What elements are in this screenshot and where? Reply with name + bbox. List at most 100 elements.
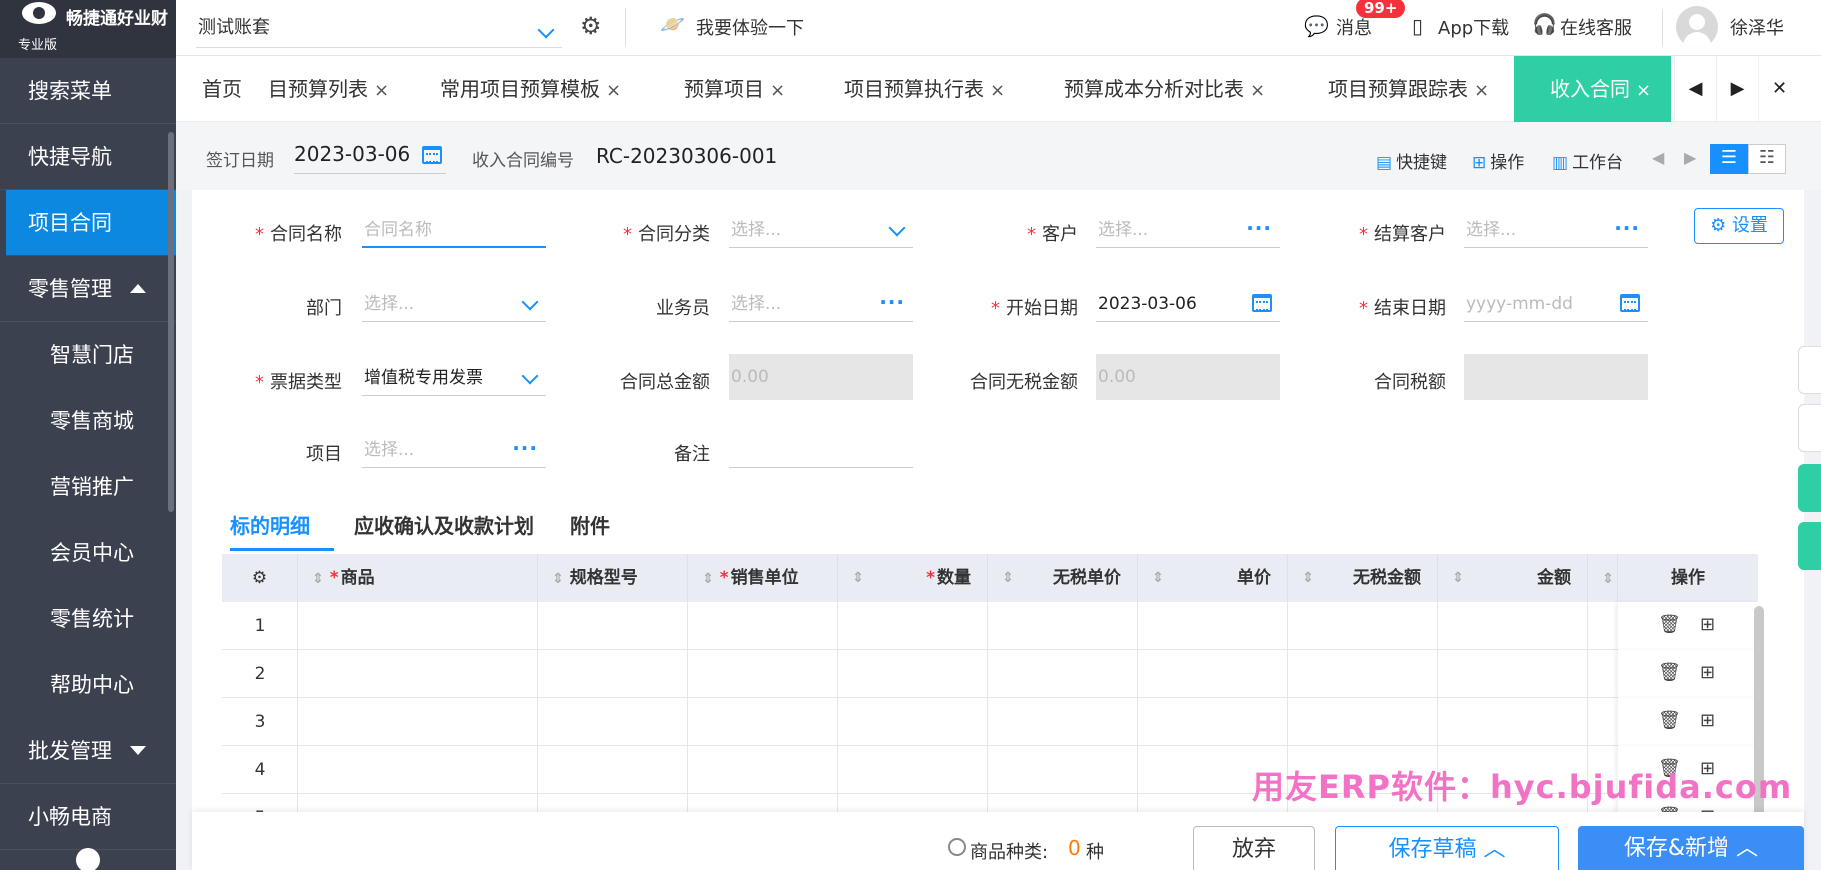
next-record-icon[interactable]: ▶ <box>1684 148 1696 167</box>
invoice-type-select[interactable]: 增值税专用发票 <box>362 360 546 396</box>
column-header-untaxed-amount[interactable]: ⇕ 无税金额 <box>1288 554 1438 602</box>
add-row-icon[interactable]: ⊞ <box>1700 662 1715 683</box>
online-support-link[interactable]: 在线客服 <box>1560 14 1632 40</box>
sidebar-item-ecommerce[interactable]: 小畅电商 <box>0 784 176 850</box>
sidebar-item-wholesale[interactable]: 批发管理 <box>0 718 176 784</box>
close-icon[interactable]: × <box>374 80 389 101</box>
sidebar-item-marketing[interactable]: 营销推广 <box>0 454 176 520</box>
tab-budget-list[interactable]: 目预算列表 × <box>268 56 389 122</box>
more-icon[interactable]: ··· <box>512 430 538 466</box>
sidebar-item-retail-mall[interactable]: 零售商城 <box>0 388 176 454</box>
more-icon[interactable]: ··· <box>879 284 905 320</box>
previous-record-icon[interactable]: ◀ <box>1652 148 1664 167</box>
column-header-amount[interactable]: ⇕ 金额 <box>1438 554 1588 602</box>
sidebar-item-help-center[interactable]: 帮助中心 <box>0 652 176 718</box>
detail-view-icon[interactable]: ☷ <box>1748 144 1786 174</box>
table-row[interactable]: 2 🗑 ⊞ <box>222 650 1758 698</box>
sign-date-field[interactable]: 2023-03-06 <box>294 142 446 174</box>
column-header-spec[interactable]: ⇕ 规格型号 <box>538 554 688 602</box>
column-header-hidden[interactable]: ⇕ <box>1588 554 1618 602</box>
contract-type-select[interactable]: 选择... <box>729 212 913 248</box>
logo[interactable]: 畅捷通好业财 专业版 <box>0 0 176 58</box>
sidebar-item-project-contract[interactable]: 项目合同 <box>6 190 176 256</box>
end-date-field[interactable]: yyyy-mm-dd <box>1464 286 1648 322</box>
gear-icon[interactable]: ⚙ <box>580 12 602 40</box>
sidebar-item-retail-management[interactable]: 零售管理 <box>0 256 176 322</box>
delete-icon[interactable]: 🗑 <box>1658 662 1681 683</box>
department-select[interactable]: 选择... <box>362 286 546 322</box>
planet-icon[interactable]: 🪐 <box>660 12 685 36</box>
column-header-product[interactable]: ⇕ * 商品 <box>298 554 538 602</box>
list-view-icon[interactable]: ☰ <box>1710 144 1748 174</box>
save-draft-button[interactable]: 保存草稿 ︿ <box>1335 826 1559 870</box>
tab-receivable-plan[interactable]: 应收确认及收款计划 <box>354 510 534 539</box>
close-icon[interactable]: × <box>606 80 621 101</box>
column-header-price[interactable]: ⇕ 单价 <box>1138 554 1288 602</box>
delete-icon[interactable]: 🗑 <box>1658 710 1681 731</box>
table-row[interactable]: 1 🗑 ⊞ <box>222 602 1758 650</box>
tab-attachments[interactable]: 附件 <box>570 510 610 539</box>
app-download-link[interactable]: App下载 <box>1438 14 1509 40</box>
sidebar-item-smart-store[interactable]: 智慧门店 <box>0 322 176 388</box>
table-row[interactable]: 3 🗑 ⊞ <box>222 698 1758 746</box>
settle-customer-input[interactable]: 选择... ··· <box>1464 212 1648 248</box>
side-float-chart-icon[interactable] <box>1798 464 1821 512</box>
tab-budget-tracking[interactable]: 项目预算跟踪表 × <box>1328 56 1489 122</box>
sidebar-scrollbar[interactable] <box>168 132 174 512</box>
avatar[interactable] <box>1676 6 1718 48</box>
remark-input[interactable] <box>729 432 913 468</box>
calendar-icon[interactable] <box>1252 294 1272 312</box>
gear-icon[interactable] <box>76 848 100 870</box>
column-settings-icon[interactable]: ⚙ <box>222 554 298 602</box>
tab-subject-details[interactable]: 标的明细 <box>230 510 310 539</box>
column-header-sales-unit[interactable]: ⇕ * 销售单位 <box>688 554 838 602</box>
column-header-quantity[interactable]: ⇕ * 数量 <box>838 554 988 602</box>
close-icon[interactable]: × <box>1250 80 1265 101</box>
start-date-field[interactable]: 2023-03-06 <box>1096 286 1280 322</box>
delete-icon[interactable]: 🗑 <box>1658 614 1681 635</box>
close-all-tabs-icon[interactable]: ✕ <box>1758 56 1800 122</box>
tab-budget-template[interactable]: 常用项目预算模板 × <box>440 56 621 122</box>
add-row-icon[interactable]: ⊞ <box>1700 710 1715 731</box>
account-select[interactable]: 测试账套 <box>196 8 562 48</box>
side-float-report-icon[interactable] <box>1798 522 1821 570</box>
calendar-icon[interactable] <box>1620 294 1640 312</box>
side-float-help-icon[interactable] <box>1798 404 1821 452</box>
tab-scroll-left-icon[interactable]: ◀ <box>1674 56 1716 122</box>
message-icon[interactable]: 💬 <box>1304 14 1329 38</box>
sidebar-item-retail-stats[interactable]: 零售统计 <box>0 586 176 652</box>
sidebar-item-member-center[interactable]: 会员中心 <box>0 520 176 586</box>
close-icon[interactable]: × <box>1474 80 1489 101</box>
tab-budget-execution[interactable]: 项目预算执行表 × <box>844 56 1005 122</box>
add-row-icon[interactable]: ⊞ <box>1700 614 1715 635</box>
try-experience-link[interactable]: 我要体验一下 <box>696 14 804 40</box>
close-icon[interactable]: × <box>1636 80 1651 101</box>
calendar-icon[interactable] <box>422 146 442 164</box>
settings-button[interactable]: ⚙ 设置 <box>1694 208 1784 244</box>
more-icon[interactable]: ··· <box>1614 210 1640 246</box>
salesperson-input[interactable]: 选择... ··· <box>729 286 913 322</box>
save-and-new-button[interactable]: 保存&新增 ︿ <box>1578 826 1804 870</box>
sidebar-item-search-menu[interactable]: 搜索菜单 <box>0 58 176 124</box>
phone-icon[interactable]: ▯ <box>1412 14 1423 38</box>
sidebar-item-quick-nav[interactable]: 快捷导航 <box>0 124 176 190</box>
close-icon[interactable]: × <box>990 80 1005 101</box>
workbench-button[interactable]: ▥ 工作台 <box>1552 148 1623 173</box>
tab-budget-project[interactable]: 预算项目 × <box>684 56 785 122</box>
operations-button[interactable]: ⊞ 操作 <box>1472 148 1524 173</box>
close-icon[interactable]: × <box>770 80 785 101</box>
contract-name-input[interactable]: 合同名称 <box>362 212 546 248</box>
column-header-untaxed-price[interactable]: ⇕ 无税单价 <box>988 554 1138 602</box>
more-icon[interactable]: ··· <box>1246 210 1272 246</box>
shortcut-button[interactable]: ▤ 快捷键 <box>1376 148 1447 173</box>
side-float-document-icon[interactable] <box>1798 346 1821 394</box>
tab-income-contract[interactable]: 收入合同 × <box>1514 56 1672 122</box>
tab-home[interactable]: 首页 <box>202 56 242 122</box>
project-input[interactable]: 选择... ··· <box>362 432 546 468</box>
tab-cost-analysis[interactable]: 预算成本分析对比表 × <box>1064 56 1265 122</box>
headset-icon[interactable]: 🎧 <box>1532 12 1557 36</box>
user-name[interactable]: 徐泽华 <box>1730 14 1784 40</box>
customer-input[interactable]: 选择... ··· <box>1096 212 1280 248</box>
abandon-button[interactable]: 放弃 <box>1193 826 1315 870</box>
tab-scroll-right-icon[interactable]: ▶ <box>1716 56 1758 122</box>
